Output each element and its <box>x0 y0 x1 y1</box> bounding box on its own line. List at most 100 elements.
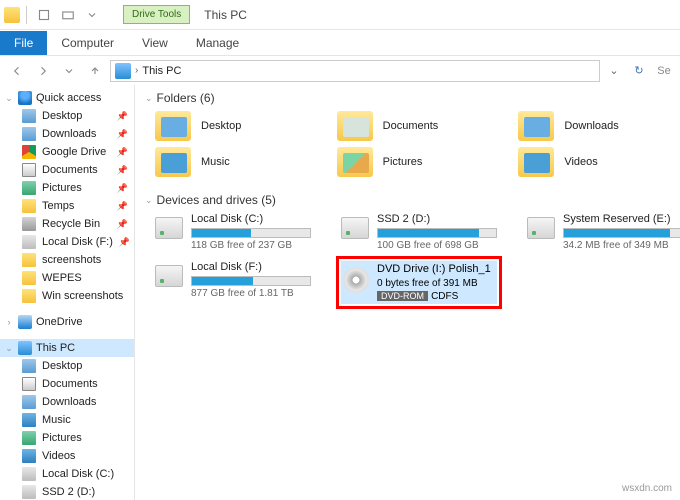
tab-computer[interactable]: Computer <box>47 31 128 55</box>
hdd-icon <box>155 217 183 239</box>
address-dropdown[interactable]: ⌄ <box>604 64 624 77</box>
folder-icon <box>22 289 36 303</box>
drive-sub: 0 bytes free of 391 MB <box>377 278 495 289</box>
sidebar-item-desktop[interactable]: Desktop📌 <box>0 107 134 125</box>
sidebar-item-documents[interactable]: Documents <box>0 375 134 393</box>
sidebar-item-videos[interactable]: Videos <box>0 447 134 465</box>
context-tab-drive-tools[interactable]: Drive Tools <box>123 5 190 24</box>
chevron-down-icon: ⌄ <box>145 195 153 206</box>
drive-tile-system-reserved-e-[interactable]: System Reserved (E:)34.2 MB free of 349 … <box>527 213 680 251</box>
sidebar-item-recycle-bin[interactable]: Recycle Bin 📌 <box>0 215 134 233</box>
content-pane[interactable]: ⌄ Folders (6) Desktop Documents Downloads M… <box>135 85 680 500</box>
drive-tile-local-disk-c-[interactable]: Local Disk (C:)118 GB free of 237 GB <box>155 213 311 251</box>
tree-item-label: Videos <box>42 450 75 462</box>
tree-item-label: Downloads <box>42 128 96 140</box>
sidebar-item-ssd-2-d-[interactable]: SSD 2 (D:) <box>0 483 134 500</box>
nav-back[interactable] <box>6 60 28 82</box>
explorer-icon <box>4 7 20 23</box>
nav-recent[interactable] <box>58 60 80 82</box>
folder-icon <box>22 395 36 409</box>
sidebar-item-win-screenshots[interactable]: Win screenshots <box>0 287 134 305</box>
file-tab[interactable]: File <box>0 31 47 55</box>
sidebar-item-local-disk-c-[interactable]: Local Disk (C:) <box>0 465 134 483</box>
sidebar-item-documents[interactable]: Documents📌 <box>0 161 134 179</box>
qat-dropdown[interactable] <box>81 4 103 26</box>
sidebar-item-pictures[interactable]: Pictures📌 <box>0 179 134 197</box>
drive-sub: 100 GB free of 698 GB <box>377 240 497 251</box>
breadcrumb[interactable]: This PC <box>142 65 181 77</box>
qat-new-folder[interactable] <box>57 4 79 26</box>
folder-icon <box>337 111 373 141</box>
folder-tile-videos[interactable]: Videos <box>518 147 670 177</box>
usage-bar <box>377 228 497 238</box>
qat-properties[interactable] <box>33 4 55 26</box>
pin-icon: 📌 <box>117 219 128 230</box>
folder-tile-music[interactable]: Music <box>155 147 307 177</box>
sidebar-item-downloads[interactable]: Downloads📌 <box>0 125 134 143</box>
tree-this-pc[interactable]: ⌄ This PC <box>0 339 134 357</box>
nav-forward[interactable] <box>32 60 54 82</box>
tree-item-label: Temps <box>42 200 74 212</box>
sidebar-item-screenshots[interactable]: screenshots <box>0 251 134 269</box>
drive-sub: 877 GB free of 1.81 TB <box>191 288 311 299</box>
usage-bar <box>563 228 680 238</box>
chevron-down-icon: ⌄ <box>4 93 14 104</box>
drives-group-header[interactable]: ⌄ Devices and drives (5) <box>145 193 670 207</box>
folder-label: Documents <box>383 120 439 132</box>
folders-group-header[interactable]: ⌄ Folders (6) <box>145 91 670 105</box>
sidebar-item-google-drive[interactable]: Google Drive📌 <box>0 143 134 161</box>
tree-item-label: Desktop <box>42 360 82 372</box>
folder-tile-documents[interactable]: Documents <box>337 111 489 141</box>
tree-item-label: Win screenshots <box>42 290 123 302</box>
folder-icon <box>22 449 36 463</box>
address-bar[interactable]: › This PC <box>110 60 600 82</box>
usage-bar <box>191 276 311 286</box>
drive-name: Local Disk (F:) <box>191 261 311 273</box>
tree-item-label: Desktop <box>42 110 82 122</box>
drive-sub: 118 GB free of 237 GB <box>191 240 311 251</box>
folder-label: Videos <box>564 156 597 168</box>
sidebar-item-temps[interactable]: Temps📌 <box>0 197 134 215</box>
nav-pane[interactable]: ⌄ Quick access Desktop📌Downloads📌Google … <box>0 85 135 500</box>
hdd-icon <box>155 265 183 287</box>
sidebar-item-wepes[interactable]: WEPES <box>0 269 134 287</box>
chevron-down-icon: ⌄ <box>145 93 153 104</box>
tree-item-label: Music <box>42 414 71 426</box>
chevron-down-icon: ⌄ <box>4 343 14 354</box>
tree-item-label: Recycle Bin <box>42 218 100 230</box>
sidebar-item-desktop[interactable]: Desktop <box>0 357 134 375</box>
refresh-button[interactable]: ↻ <box>628 64 650 77</box>
folder-tile-downloads[interactable]: Downloads <box>518 111 670 141</box>
sidebar-item-local-disk-f-[interactable]: Local Disk (F:)📌 <box>0 233 134 251</box>
tree-item-label: Google Drive <box>42 146 106 158</box>
search-button[interactable]: Se <box>654 65 674 77</box>
folder-label: Downloads <box>564 120 618 132</box>
drive-tile-dvd[interactable]: DVD Drive (I:) Polish_10 bytes free of 3… <box>341 261 497 304</box>
chevron-right-icon: › <box>135 65 138 76</box>
drive-tile-ssd-2-d-[interactable]: SSD 2 (D:)100 GB free of 698 GB <box>341 213 497 251</box>
sidebar-item-pictures[interactable]: Pictures <box>0 429 134 447</box>
folders-header-label: Folders (6) <box>157 91 215 105</box>
tree-item-label: Pictures <box>42 432 82 444</box>
filesystem-label: CDFS <box>431 291 458 302</box>
tree-item-label: Documents <box>42 164 98 176</box>
nav-up[interactable] <box>84 60 106 82</box>
folder-icon <box>22 467 36 481</box>
tab-view[interactable]: View <box>128 31 182 55</box>
folder-tile-desktop[interactable]: Desktop <box>155 111 307 141</box>
tree-item-label: WEPES <box>42 272 82 284</box>
cloud-icon <box>18 315 32 329</box>
tree-item-label: Downloads <box>42 396 96 408</box>
sidebar-item-downloads[interactable]: Downloads <box>0 393 134 411</box>
tree-quick-access[interactable]: ⌄ Quick access <box>0 89 134 107</box>
sidebar-item-music[interactable]: Music <box>0 411 134 429</box>
tab-manage[interactable]: Manage <box>182 31 253 55</box>
folder-tile-pictures[interactable]: Pictures <box>337 147 489 177</box>
tree-onedrive[interactable]: › OneDrive <box>0 313 134 331</box>
quick-access-label: Quick access <box>36 92 101 104</box>
drive-tile-local-disk-f-[interactable]: Local Disk (F:) 877 GB free of 1.81 TB <box>155 261 311 304</box>
drives-header-label: Devices and drives (5) <box>157 193 276 207</box>
tree-item-label: Local Disk (C:) <box>42 468 114 480</box>
folder-icon <box>22 127 36 141</box>
folder-icon <box>518 111 554 141</box>
